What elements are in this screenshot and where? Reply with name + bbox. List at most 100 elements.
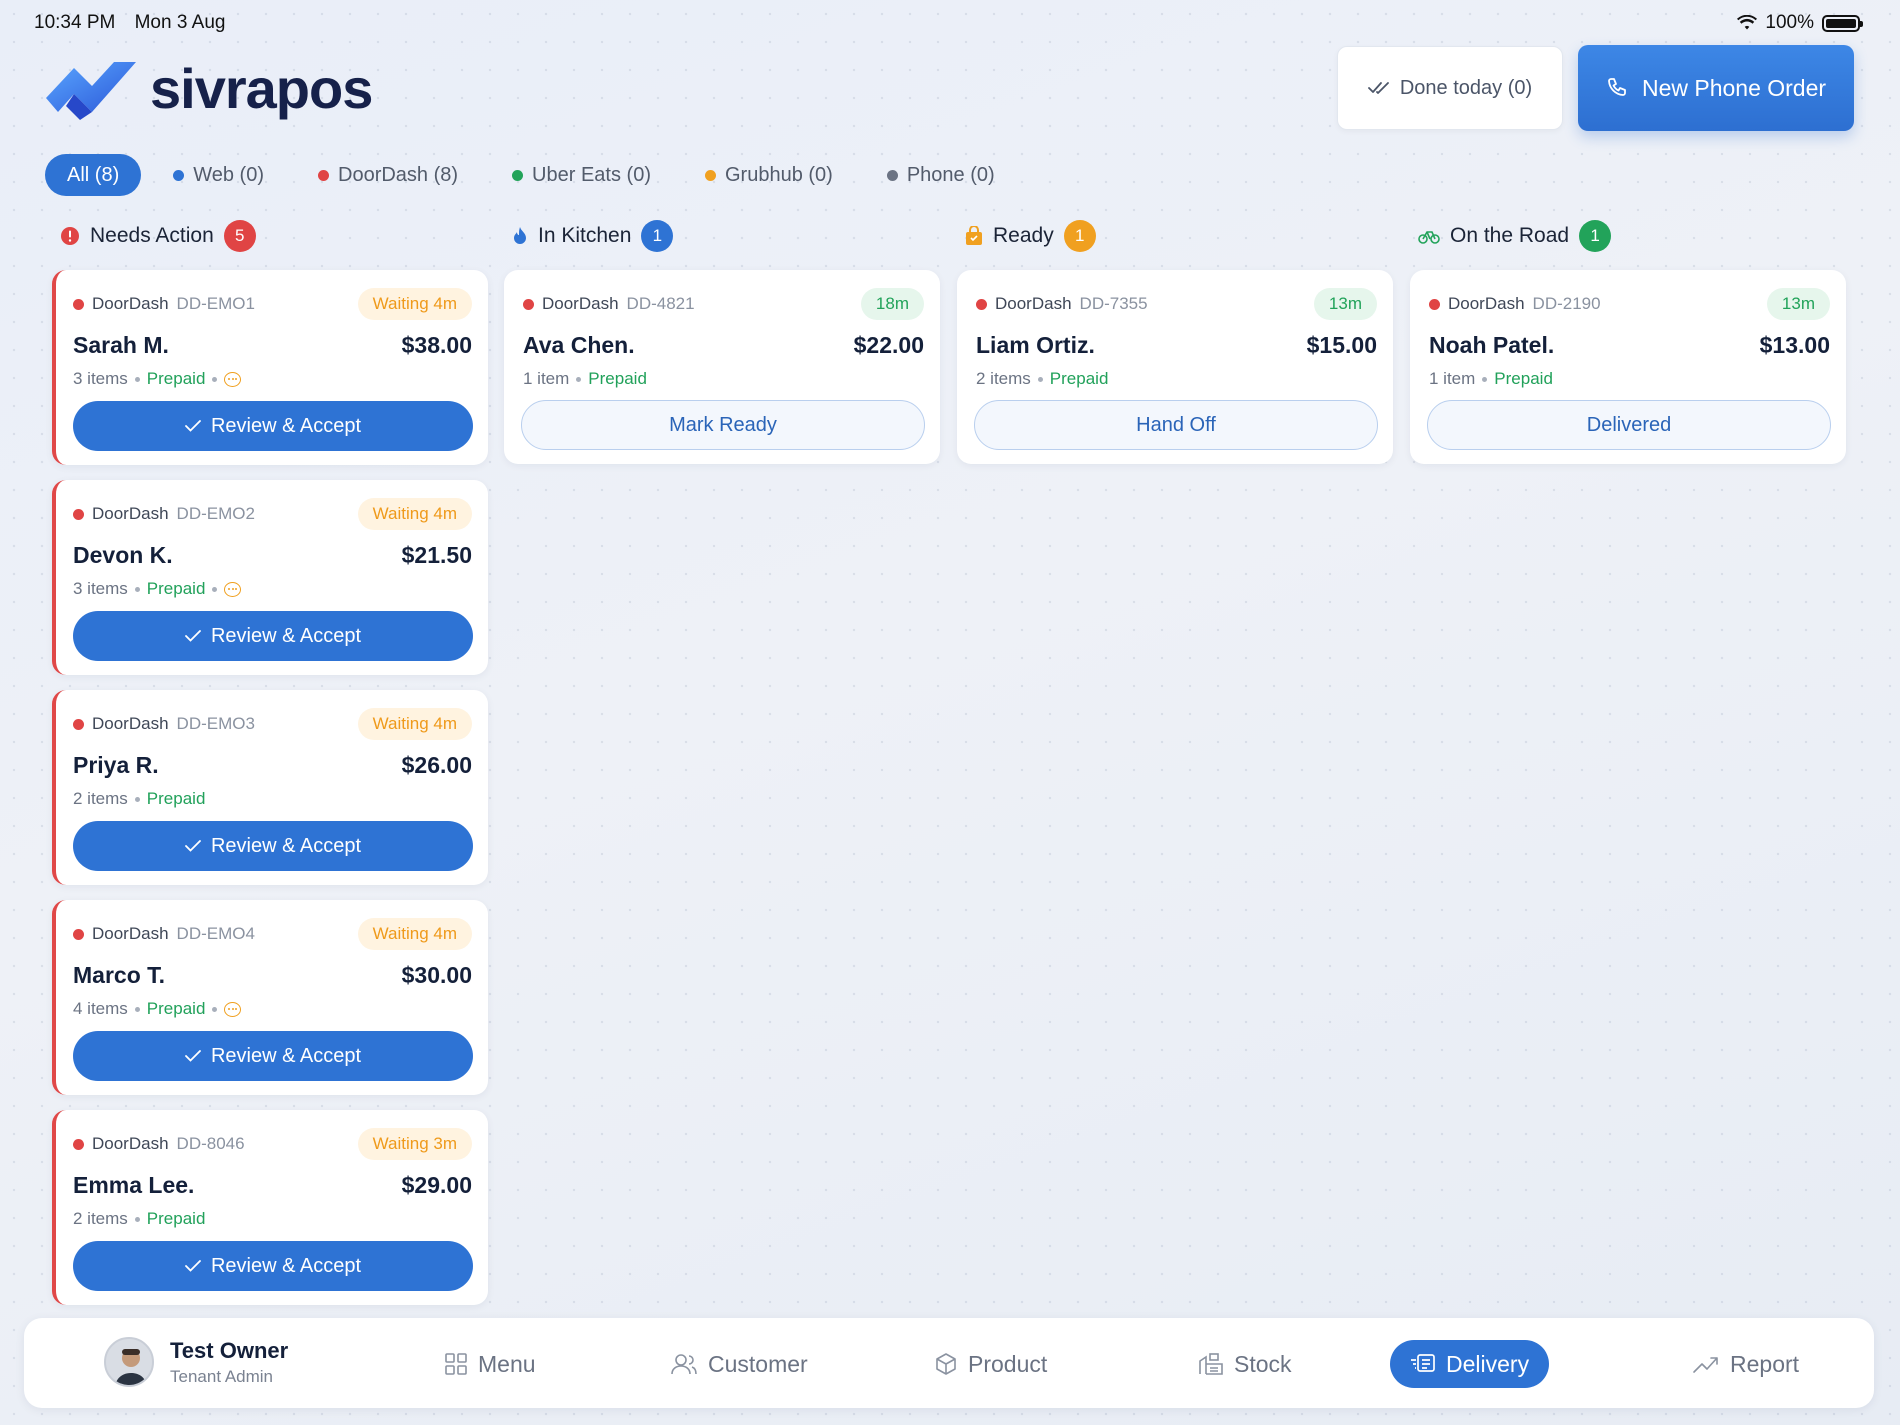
filter-web[interactable]: Web (0) bbox=[151, 154, 286, 196]
order-total: $26.00 bbox=[401, 751, 472, 778]
nav-stock[interactable]: Stock bbox=[1178, 1340, 1312, 1388]
order-id: DD-2190 bbox=[1532, 294, 1601, 313]
order-card[interactable]: DoorDash DD-EMO3 Waiting 4m Priya R. $26.0… bbox=[52, 690, 488, 885]
customer-name: Liam Ortiz. bbox=[976, 331, 1095, 358]
filter-uber-eats[interactable]: Uber Eats (0) bbox=[490, 154, 673, 196]
done-today-button[interactable]: Done today (0) bbox=[1337, 46, 1563, 130]
column-title: Ready bbox=[993, 224, 1054, 247]
double-check-icon bbox=[1367, 82, 1389, 94]
sivrapos-logo-icon bbox=[46, 62, 136, 120]
item-count: 1 item bbox=[523, 369, 570, 388]
button-label: Review & Accept bbox=[210, 1254, 362, 1277]
order-total: $22.00 bbox=[853, 331, 924, 358]
customer-name: Emma Lee. bbox=[73, 1171, 195, 1198]
new-phone-order-label: New Phone Order bbox=[1641, 74, 1827, 101]
review-accept-button[interactable]: Review & Accept bbox=[73, 401, 473, 451]
order-total: $15.00 bbox=[1306, 331, 1377, 358]
nav-product[interactable]: Product bbox=[914, 1340, 1067, 1388]
payment-status: Prepaid bbox=[146, 789, 206, 808]
order-id: DD-EMO1 bbox=[176, 294, 255, 313]
order-card[interactable]: DoorDash DD-8046 Waiting 3m Emma Lee. $29.… bbox=[52, 1110, 488, 1305]
alert-icon bbox=[61, 227, 79, 245]
order-id: DD-4821 bbox=[626, 294, 695, 313]
order-card[interactable]: DoorDash DD-EMO1 Waiting 4m Sarah M. $38.0… bbox=[52, 270, 488, 465]
customer-name: Noah Patel. bbox=[1429, 331, 1555, 358]
column-header: In Kitchen 1 bbox=[504, 218, 940, 254]
button-label: Hand Off bbox=[1136, 413, 1216, 436]
nav-customer[interactable]: Customer bbox=[650, 1340, 828, 1388]
review-accept-button[interactable]: Review & Accept bbox=[73, 821, 473, 871]
grubhub-dot-icon bbox=[704, 169, 716, 181]
item-count: 1 item bbox=[1429, 369, 1476, 388]
done-today-label: Done today (0) bbox=[1399, 76, 1533, 99]
button-label: Review & Accept bbox=[210, 414, 362, 437]
doordash-dot-icon bbox=[73, 508, 84, 520]
battery-percent: 100% bbox=[1765, 12, 1814, 33]
check-icon bbox=[185, 420, 201, 432]
column-count-badge: 1 bbox=[1063, 220, 1096, 252]
order-id: DD-EMO3 bbox=[176, 714, 255, 733]
wifi-icon bbox=[1737, 15, 1758, 30]
payment-status: Prepaid bbox=[146, 369, 206, 388]
column-count-badge: 1 bbox=[1579, 220, 1612, 252]
column-title: On the Road bbox=[1450, 224, 1570, 247]
bag-icon bbox=[966, 226, 982, 245]
elapsed-time-badge: 18m bbox=[860, 288, 924, 320]
order-id: DD-8046 bbox=[176, 1134, 245, 1153]
bottom-navigation: Test Owner Tenant Admin Menu Customer Pr… bbox=[24, 1318, 1874, 1408]
battery-icon bbox=[1822, 14, 1863, 32]
source-filter-bar: All (8) Web (0) DoorDash (8) Uber Eats (… bbox=[45, 154, 1017, 196]
review-accept-button[interactable]: Review & Accept bbox=[73, 611, 473, 661]
order-card[interactable]: DoorDash DD-EMO4 Waiting 4m Marco T. $30.0… bbox=[52, 900, 488, 1095]
nav-report[interactable]: Report bbox=[1672, 1340, 1819, 1388]
new-phone-order-button[interactable]: New Phone Order bbox=[1578, 45, 1854, 131]
order-card[interactable]: DoorDash DD-2190 13m Noah Patel. $13.00 1 … bbox=[1410, 270, 1846, 464]
user-profile[interactable]: Test Owner Tenant Admin bbox=[104, 1337, 288, 1387]
grid-icon bbox=[445, 1353, 467, 1375]
order-id: DD-EMO4 bbox=[176, 924, 255, 943]
button-label: Review & Accept bbox=[210, 1044, 362, 1067]
mark-ready-button[interactable]: Mark Ready bbox=[521, 400, 925, 450]
button-label: Mark Ready bbox=[669, 413, 777, 436]
nav-menu[interactable]: Menu bbox=[424, 1340, 556, 1388]
waiting-badge: Waiting 4m bbox=[357, 288, 472, 320]
filter-grubhub[interactable]: Grubhub (0) bbox=[683, 154, 855, 196]
doordash-dot-icon bbox=[73, 1138, 84, 1150]
filter-label: Phone (0) bbox=[906, 163, 995, 186]
order-source: DoorDash bbox=[92, 294, 169, 313]
order-source: DoorDash bbox=[995, 294, 1072, 313]
order-source: DoorDash bbox=[542, 294, 619, 313]
filter-label: All (8) bbox=[67, 163, 120, 186]
review-accept-button[interactable]: Review & Accept bbox=[73, 1031, 473, 1081]
nav-label: Product bbox=[968, 1350, 1048, 1377]
item-count: 4 items bbox=[73, 999, 128, 1018]
doordash-dot-icon bbox=[1429, 298, 1440, 310]
customer-name: Priya R. bbox=[73, 751, 159, 778]
user-role: Tenant Admin bbox=[170, 1366, 274, 1386]
waiting-badge: Waiting 4m bbox=[357, 498, 472, 530]
customer-name: Marco T. bbox=[73, 961, 166, 988]
order-source: DoorDash bbox=[92, 924, 169, 943]
filter-all[interactable]: All (8) bbox=[45, 154, 142, 196]
elapsed-time-badge: 13m bbox=[1313, 288, 1377, 320]
button-label: Delivered bbox=[1586, 413, 1672, 436]
order-source: DoorDash bbox=[1448, 294, 1525, 313]
filter-phone[interactable]: Phone (0) bbox=[865, 154, 1017, 196]
nav-delivery[interactable]: Delivery bbox=[1390, 1340, 1550, 1388]
hand-off-button[interactable]: Hand Off bbox=[974, 400, 1378, 450]
order-card[interactable]: DoorDash DD-EMO2 Waiting 4m Devon K. $21.5… bbox=[52, 480, 488, 675]
customer-name: Devon K. bbox=[73, 541, 173, 568]
delivered-button[interactable]: Delivered bbox=[1427, 400, 1831, 450]
order-total: $38.00 bbox=[401, 331, 472, 358]
chat-note-icon bbox=[224, 371, 242, 387]
order-card[interactable]: DoorDash DD-4821 18m Ava Chen. $22.00 1 it… bbox=[504, 270, 940, 464]
filter-doordash[interactable]: DoorDash (8) bbox=[296, 154, 480, 196]
payment-status: Prepaid bbox=[146, 1209, 206, 1228]
check-icon bbox=[185, 1050, 201, 1062]
uber-eats-dot-icon bbox=[512, 169, 524, 181]
order-total: $29.00 bbox=[401, 1171, 472, 1198]
doordash-dot-icon bbox=[976, 298, 987, 310]
review-accept-button[interactable]: Review & Accept bbox=[73, 1241, 473, 1291]
doordash-dot-icon bbox=[73, 298, 84, 310]
order-card[interactable]: DoorDash DD-7355 13m Liam Ortiz. $15.00 2 … bbox=[957, 270, 1393, 464]
